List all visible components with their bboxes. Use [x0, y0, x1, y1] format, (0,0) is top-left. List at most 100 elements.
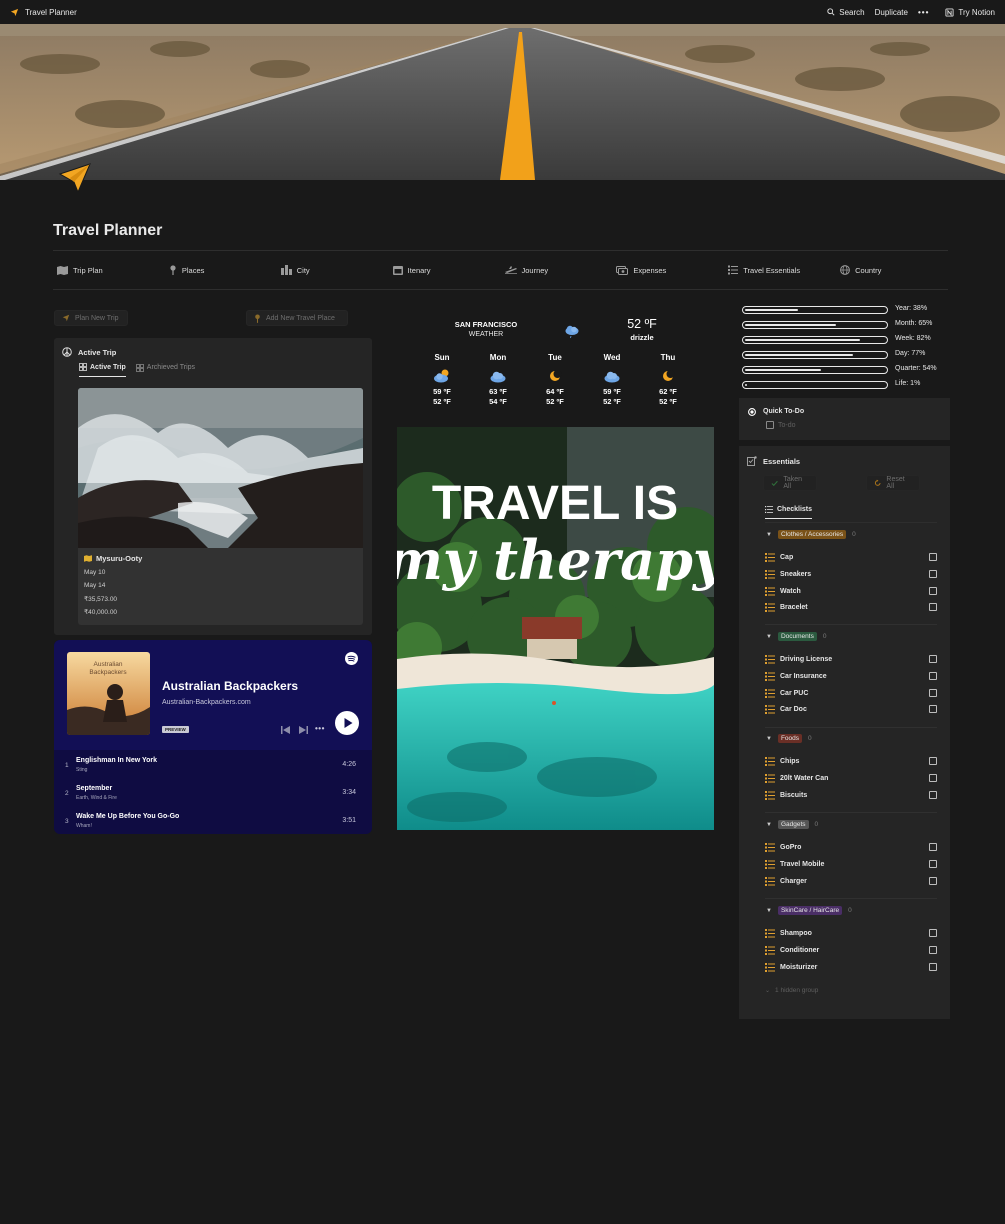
trip-card[interactable]: Mysuru-Ooty May 10 May 14 ₹35,573.00 ₹40… [78, 388, 363, 625]
list-item[interactable]: Sneakers [765, 568, 937, 580]
item-checkbox[interactable] [929, 929, 937, 937]
tab-active-trip[interactable]: Active Trip [79, 363, 126, 377]
list-item[interactable]: Conditioner [765, 944, 937, 956]
nav-label: Country [855, 265, 882, 275]
group-header[interactable]: ▼ Gadgets 0 [766, 820, 818, 829]
list-item[interactable]: Cap [765, 551, 937, 563]
track-number: 3 [65, 818, 69, 825]
group-count: 0 [852, 531, 856, 538]
page-icon[interactable] [58, 160, 94, 196]
item-checkbox[interactable] [929, 860, 937, 868]
nav-travel-essentials[interactable]: Travel Essentials [724, 262, 836, 278]
active-trip-heading: Active Trip [78, 347, 117, 357]
item-checkbox[interactable] [929, 587, 937, 595]
item-checkbox[interactable] [929, 603, 937, 611]
track-row[interactable]: 3 Wake Me Up Before You Go-Go Wham! 3:51 [54, 811, 372, 834]
item-checkbox[interactable] [929, 705, 937, 713]
item-checkbox[interactable] [929, 672, 937, 680]
group-tag: Gadgets [777, 820, 809, 829]
nav-trip-plan[interactable]: Trip Plan [53, 262, 165, 278]
list-item[interactable]: Chips [765, 755, 937, 767]
more-options-button[interactable]: ••• [918, 8, 929, 17]
item-label: Car Insurance [780, 672, 827, 680]
list-item[interactable]: GoPro [765, 841, 937, 853]
item-checkbox[interactable] [929, 791, 937, 799]
nav-itenary[interactable]: Itenary [389, 262, 501, 278]
group-header[interactable]: ▼ Clothes / Accessories 0 [766, 530, 856, 539]
paper-plane-icon [10, 8, 19, 16]
list-item[interactable]: Biscuits [765, 789, 937, 801]
item-checkbox[interactable] [929, 774, 937, 782]
list-item[interactable]: Car Insurance [765, 670, 937, 682]
divider [53, 250, 948, 251]
button-label: Plan New Trip [75, 314, 119, 322]
group-header[interactable]: ▼ Foods 0 [766, 734, 812, 743]
search-label: Search [839, 7, 865, 17]
list-item[interactable]: Travel Mobile [765, 858, 937, 870]
list-item[interactable]: Charger [765, 875, 937, 887]
trip-name: Mysuru-Ooty [96, 554, 143, 563]
item-checkbox[interactable] [929, 946, 937, 954]
nav-label: Expenses [633, 265, 667, 275]
trip-title[interactable]: Mysuru-Ooty [84, 554, 142, 563]
breadcrumb[interactable]: Travel Planner [10, 8, 77, 17]
spotify-logo-icon[interactable] [345, 652, 358, 665]
list-item[interactable]: Watch [765, 585, 937, 597]
forecast-low: 52 ºF [546, 397, 564, 406]
button-label: Reset All [886, 476, 905, 490]
item-checkbox[interactable] [929, 689, 937, 697]
paper-plane-icon [62, 314, 70, 322]
duplicate-button[interactable]: Duplicate [875, 8, 908, 17]
more-options-button[interactable]: ••• [315, 724, 325, 733]
track-duration: 4:26 [342, 761, 356, 768]
checklist-icon [765, 876, 775, 886]
search-button[interactable]: Search [827, 7, 865, 17]
add-new-travel-place-button[interactable]: Add New Travel Place [246, 310, 348, 326]
track-row[interactable]: 2 September Earth, Wind & Fire 3:34 [54, 783, 372, 807]
todo-checkbox[interactable] [766, 421, 774, 429]
item-checkbox[interactable] [929, 843, 937, 851]
hidden-group-toggle[interactable]: ⌄ 1 hidden group [765, 987, 818, 994]
playlist-subtitle[interactable]: Australian-Backpackers.com [162, 699, 251, 706]
cloud-icon [604, 371, 620, 383]
item-checkbox[interactable] [929, 570, 937, 578]
taken-all-button[interactable]: Taken All [763, 475, 817, 491]
group-header[interactable]: ▼ SkinCare / HairCare 0 [766, 906, 852, 915]
item-checkbox[interactable] [929, 963, 937, 971]
todo-placeholder[interactable]: To-do [778, 422, 796, 429]
nav-city[interactable]: City [277, 262, 389, 278]
list-item[interactable]: Driving License [765, 653, 937, 665]
breadcrumb-title: Travel Planner [25, 7, 77, 17]
list-item[interactable]: Bracelet [765, 601, 937, 613]
item-checkbox[interactable] [929, 655, 937, 663]
divider [765, 898, 937, 899]
forecast-day: Thu 62 ºF 52 ºF [648, 353, 688, 407]
track-name: Wake Me Up Before You Go-Go [76, 813, 180, 820]
next-icon[interactable] [299, 726, 308, 734]
play-button[interactable] [335, 711, 359, 735]
list-item[interactable]: 20lt Water Can [765, 772, 937, 784]
list-item[interactable]: Car Doc [765, 703, 937, 715]
item-checkbox[interactable] [929, 757, 937, 765]
plan-new-trip-button[interactable]: Plan New Trip [54, 310, 128, 326]
divider [53, 289, 948, 290]
nav-country[interactable]: Country [836, 262, 948, 278]
nav-expenses[interactable]: Expenses [612, 262, 724, 278]
track-number: 1 [65, 762, 69, 769]
tab-checklists[interactable]: Checklists [765, 506, 813, 519]
item-checkbox[interactable] [929, 877, 937, 885]
reset-all-button[interactable]: Reset All [866, 475, 920, 491]
list-item[interactable]: Car PUC [765, 687, 937, 699]
try-notion-button[interactable]: Try Notion [945, 8, 995, 17]
track-row[interactable]: 1 Englishman In New York Sting 4:26 [54, 755, 372, 779]
list-item[interactable]: Moisturizer [765, 961, 937, 973]
item-checkbox[interactable] [929, 553, 937, 561]
group-header[interactable]: ▼ Documents 0 [766, 632, 826, 641]
previous-icon[interactable] [281, 726, 290, 734]
nav-journey[interactable]: Journey [501, 262, 613, 278]
caret-down-icon: ▼ [766, 821, 772, 828]
playlist-title[interactable]: Australian Backpackers [162, 679, 298, 693]
list-item[interactable]: Shampoo [765, 927, 937, 939]
tab-archieved-trips[interactable]: Archieved Trips [135, 363, 195, 377]
nav-places[interactable]: Places [165, 262, 277, 278]
